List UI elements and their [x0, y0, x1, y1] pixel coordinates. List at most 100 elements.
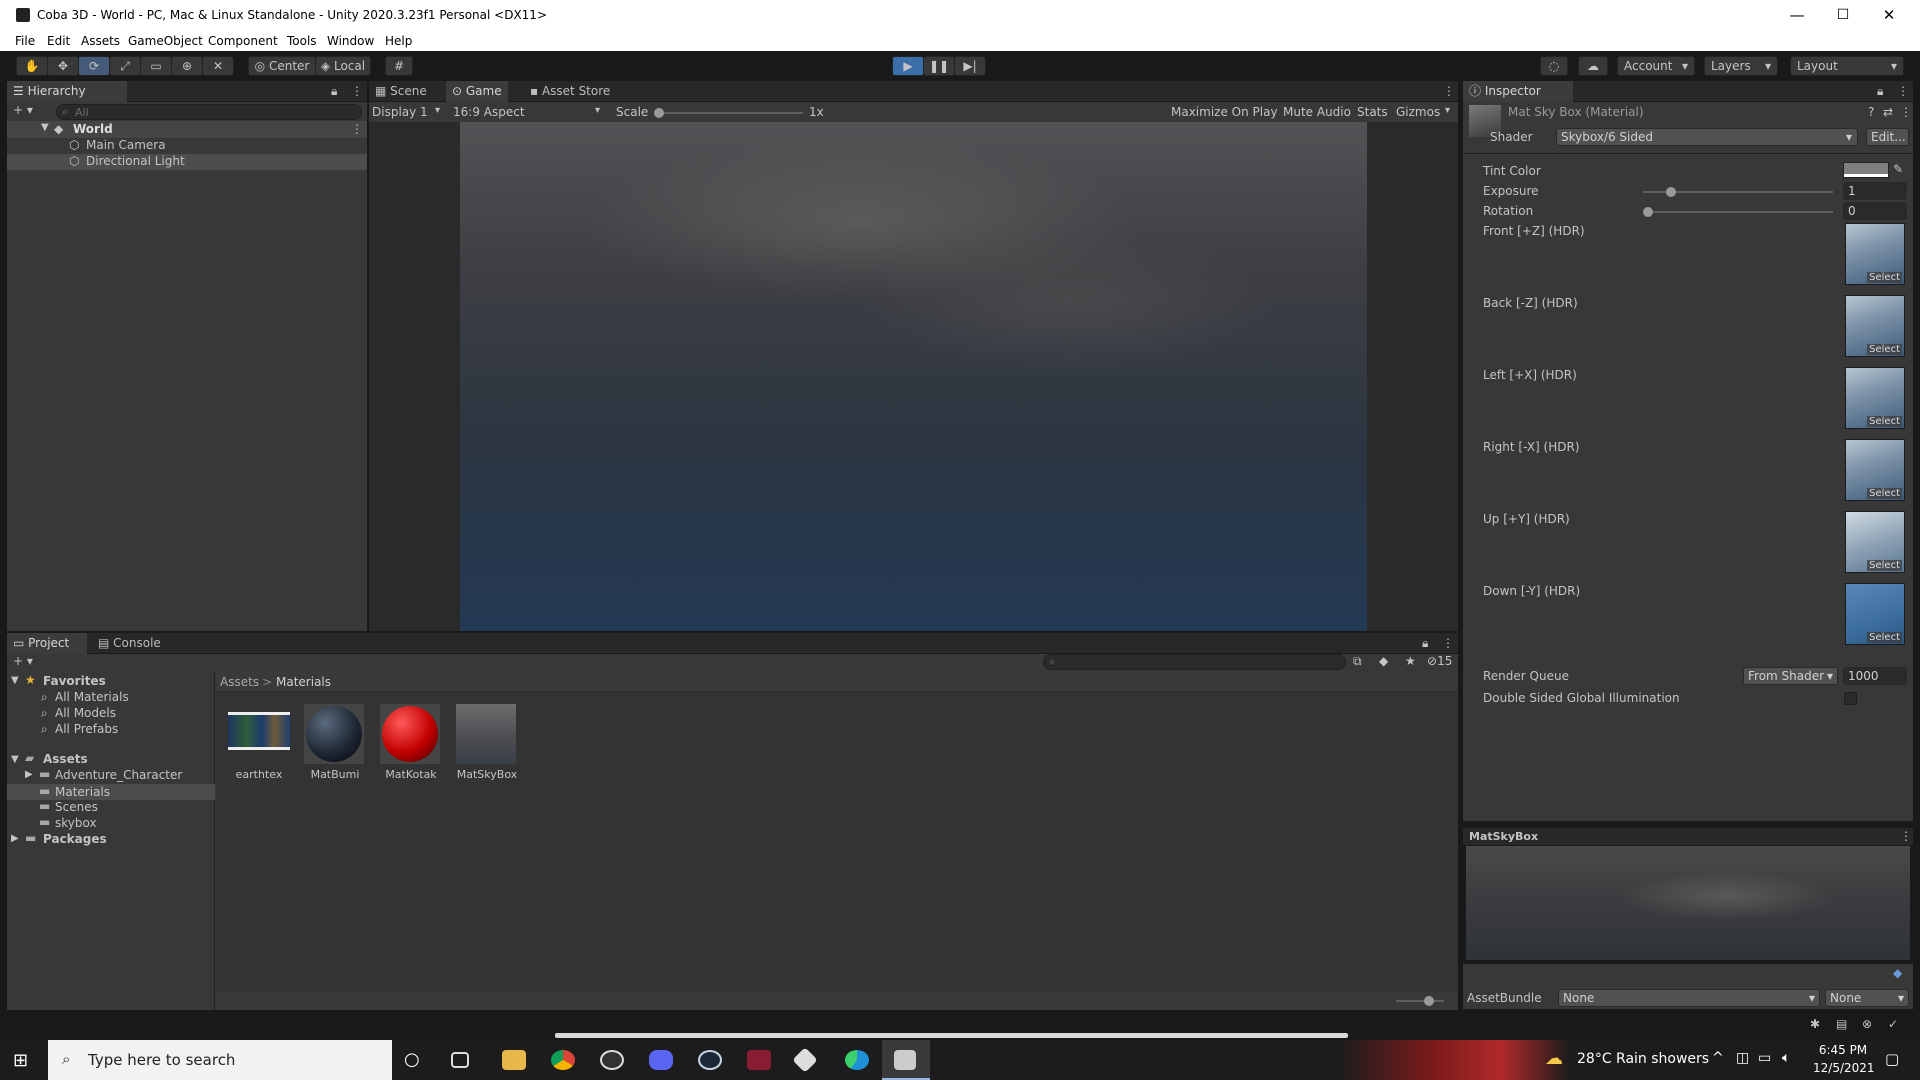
grid-icon[interactable]: #	[385, 56, 413, 76]
right-texture-slot[interactable]: Select	[1845, 439, 1905, 501]
active-taskbar-app[interactable]	[882, 1040, 930, 1080]
folder-item[interactable]: Adventure_Character	[55, 768, 182, 782]
scale-icon[interactable]: ⤢	[109, 56, 141, 76]
auto-generate-lighting-icon[interactable]: ⊗	[1862, 1017, 1872, 1031]
play-icon[interactable]: ▶	[892, 56, 924, 76]
mute-audio-toggle[interactable]: Mute Audio	[1283, 105, 1351, 119]
left-texture-slot[interactable]: Select	[1845, 367, 1905, 429]
hidden-packages-icon[interactable]: ⊘15	[1427, 654, 1452, 668]
collab-icon[interactable]: ◌	[1540, 56, 1568, 76]
menu-gameobject[interactable]: GameObject	[128, 34, 203, 48]
select-button[interactable]: Select	[1867, 488, 1902, 499]
app-red-icon[interactable]	[747, 1050, 771, 1070]
cortana-icon[interactable]: ○	[404, 1049, 420, 1070]
custom-tool-icon[interactable]: ✕	[202, 56, 234, 76]
tint-color-swatch[interactable]	[1843, 162, 1889, 178]
taskbar-search-input[interactable]: ⌕ Type here to search	[48, 1040, 392, 1080]
menu-tools[interactable]: Tools	[287, 34, 317, 48]
clock-time[interactable]: 6:45 PM	[1813, 1043, 1873, 1057]
search-by-type-icon[interactable]: ⧉	[1353, 654, 1362, 669]
tab-game[interactable]: ⊙ Game	[446, 81, 508, 102]
rotation-slider-handle[interactable]	[1643, 207, 1653, 217]
rotation-slider[interactable]	[1643, 211, 1833, 213]
unity-icon[interactable]	[792, 1047, 818, 1073]
breadcrumb-materials[interactable]: Materials	[276, 675, 331, 689]
kebab-menu-icon[interactable]: ⋮	[351, 122, 363, 136]
exposure-slider-handle[interactable]	[1666, 187, 1676, 197]
collapse-arrow-icon[interactable]: ▶	[25, 769, 33, 780]
icon-size-slider[interactable]	[1396, 1000, 1444, 1002]
select-button[interactable]: Select	[1867, 272, 1902, 283]
network-icon[interactable]: ▭	[1758, 1050, 1771, 1066]
kebab-menu-icon[interactable]: ⋮	[1443, 84, 1455, 98]
pivot-center-button[interactable]: ◎ Center	[248, 56, 316, 76]
search-by-label-icon[interactable]: ◆	[1379, 654, 1388, 668]
collapse-arrow-icon[interactable]: ▶	[11, 833, 19, 844]
back-texture-slot[interactable]: Select	[1845, 295, 1905, 357]
shader-edit-button[interactable]: Edit...	[1866, 128, 1909, 146]
gizmos-toggle[interactable]: Gizmos	[1396, 105, 1440, 119]
select-button[interactable]: Select	[1867, 344, 1902, 355]
lock-icon[interactable]: 🔒︎	[1877, 84, 1883, 99]
hierarchy-search-input[interactable]: ⌕ All	[56, 104, 362, 120]
chevron-down-icon[interactable]: ▾	[1445, 105, 1450, 116]
menu-edit[interactable]: Edit	[47, 34, 70, 48]
scene-row[interactable]: ▼ ◆ World ⋮	[7, 121, 367, 138]
preset-icon[interactable]: ⇄	[1883, 105, 1893, 119]
shader-dropdown[interactable]: Skybox/6 Sided ▾	[1556, 128, 1858, 146]
bug-icon[interactable]: ✱	[1810, 1017, 1820, 1031]
task-view-icon[interactable]	[451, 1052, 469, 1068]
material-preview[interactable]	[1466, 846, 1910, 960]
expand-arrow-icon[interactable]: ▼	[11, 754, 19, 765]
chrome-icon[interactable]	[551, 1050, 575, 1070]
menu-component[interactable]: Component	[208, 34, 278, 48]
lock-icon[interactable]: 🔒︎	[1422, 636, 1428, 651]
stats-toggle[interactable]: Stats	[1357, 105, 1388, 119]
hierarchy-item[interactable]: ⬡ Main Camera	[7, 138, 367, 154]
folder-item[interactable]: skybox	[55, 816, 97, 830]
tab-hierarchy[interactable]: ☰ Hierarchy	[7, 81, 127, 102]
windows-start-icon[interactable]: ⊞	[13, 1050, 28, 1071]
transform-icon[interactable]: ⊕	[171, 56, 203, 76]
create-button[interactable]: + ▾	[13, 654, 33, 668]
account-dropdown[interactable]: Account ▾	[1617, 56, 1695, 76]
check-icon[interactable]: ✓	[1888, 1017, 1898, 1031]
tab-scene[interactable]: ▦ Scene	[369, 81, 433, 102]
menu-assets[interactable]: Assets	[81, 34, 120, 48]
kebab-menu-icon[interactable]: ⋮	[1897, 84, 1909, 98]
step-icon[interactable]: ▶|	[954, 56, 986, 76]
rotation-field[interactable]: 0	[1843, 202, 1907, 220]
menu-help[interactable]: Help	[385, 34, 412, 48]
rect-icon[interactable]: ▭	[140, 56, 172, 76]
icon-size-slider-handle[interactable]	[1424, 996, 1434, 1006]
hierarchy-item[interactable]: ⬡ Directional Light	[7, 154, 367, 170]
asset-item-earthtex[interactable]: earthtex	[226, 702, 292, 782]
volume-icon[interactable]: 🔈︎	[1782, 1050, 1790, 1066]
select-button[interactable]: Select	[1867, 416, 1902, 427]
render-queue-field[interactable]: 1000	[1843, 667, 1907, 685]
breadcrumb-assets[interactable]: Assets	[220, 675, 259, 689]
favorites-label[interactable]: Favorites	[43, 674, 106, 688]
assetbundle-variant-dropdown[interactable]: None ▾	[1825, 989, 1909, 1007]
steam-icon[interactable]	[698, 1050, 722, 1070]
edge-icon[interactable]	[845, 1050, 869, 1070]
rotate-icon[interactable]: ⟳	[78, 56, 110, 76]
layers-dropdown[interactable]: Layers ▾	[1704, 56, 1778, 76]
tab-console[interactable]: ▤ Console	[92, 633, 167, 654]
cache-server-icon[interactable]: ▤	[1836, 1017, 1847, 1031]
close-button[interactable]: ✕	[1866, 0, 1912, 31]
help-icon[interactable]: ?	[1868, 105, 1874, 119]
tab-project[interactable]: ▭ Project	[7, 633, 87, 654]
kebab-menu-icon[interactable]: ⋮	[1900, 105, 1912, 119]
aspect-dropdown[interactable]: 16:9 Aspect	[453, 105, 525, 119]
assets-folder[interactable]: Assets	[43, 752, 88, 766]
up-texture-slot[interactable]: Select	[1845, 511, 1905, 573]
project-search-input[interactable]: ⌕	[1043, 654, 1346, 670]
cloud-icon[interactable]: ☁	[1578, 56, 1608, 76]
eyedropper-icon[interactable]: ✎	[1893, 162, 1903, 176]
exposure-field[interactable]: 1	[1843, 182, 1907, 200]
double-sided-gi-checkbox[interactable]	[1844, 692, 1857, 705]
packages-folder[interactable]: Packages	[43, 832, 107, 846]
notification-icon[interactable]: ▢	[1885, 1050, 1899, 1068]
scale-slider-handle[interactable]	[654, 108, 664, 118]
